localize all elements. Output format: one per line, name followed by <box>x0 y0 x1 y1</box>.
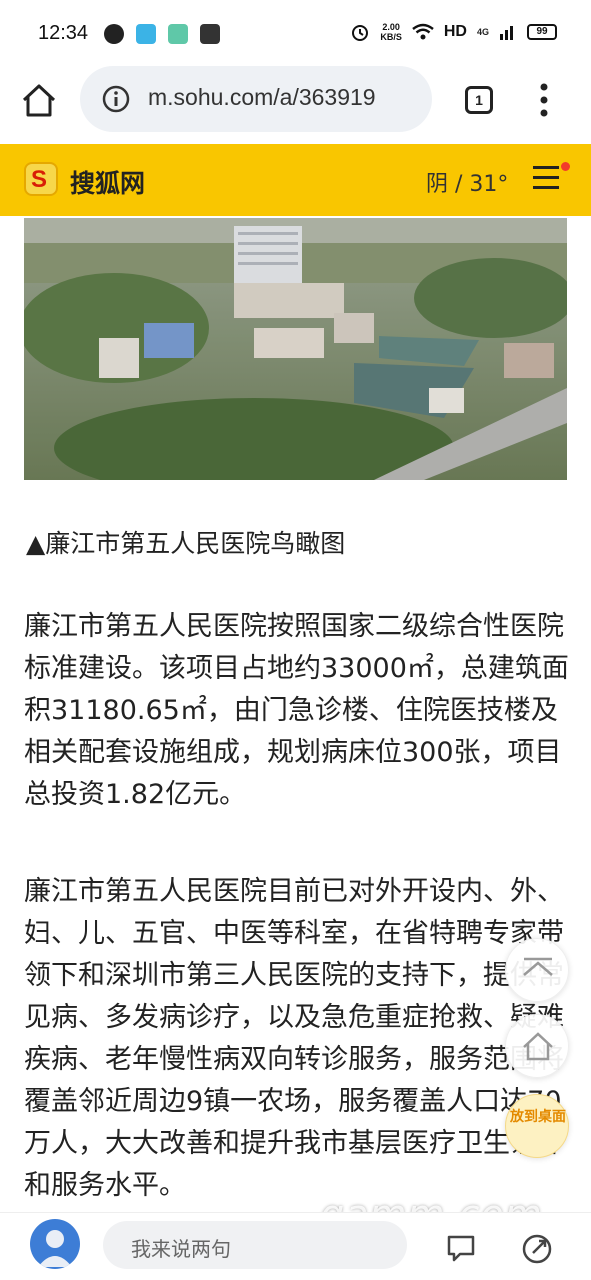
site-home-button[interactable] <box>505 1014 569 1078</box>
add-to-desktop-label: 放到桌面 <box>510 1109 566 1125</box>
game-icon <box>200 24 220 44</box>
article-paragraph-1: 廉江市第五人民医院按照国家二级综合性医院标准建设。该项目占地约33000㎡，总建… <box>24 611 569 810</box>
net-speed: 2.00 KB/S <box>380 22 402 42</box>
home-icon[interactable] <box>20 82 58 120</box>
notification-dot <box>561 162 570 171</box>
user-avatar-icon <box>38 1230 72 1267</box>
hamburger-menu-icon[interactable] <box>533 166 561 192</box>
status-bar: 12:34 2.00 KB/S HD 4G 99 <box>0 0 591 70</box>
avatar[interactable] <box>30 1219 80 1269</box>
browser-toolbar: m.sohu.com/a/363919 1 <box>0 66 591 144</box>
article-image <box>24 218 567 480</box>
wifi-icon <box>412 23 434 40</box>
signal-icon <box>500 26 513 40</box>
tabs-button[interactable]: 1 <box>465 86 493 114</box>
share-icon[interactable] <box>521 1233 553 1265</box>
image-caption: ▲廉江市第五人民医院鸟瞰图 <box>26 529 346 558</box>
notification-icons <box>104 24 220 44</box>
info-icon[interactable] <box>102 85 130 113</box>
site-name[interactable]: 搜狐网 <box>70 164 145 200</box>
site-header: S 搜狐网 阴 / 31° <box>0 144 591 216</box>
comment-bar: 我来说两句 <box>0 1212 591 1280</box>
battery-indicator: 99 <box>527 24 557 40</box>
article-paragraph-2: 廉江市第五人民医院目前已对外开设内、外、妇、儿、五官、中医等科室，在省特聘专家带… <box>24 876 564 1201</box>
home-indicator <box>100 1274 490 1280</box>
wechat-icon <box>104 24 124 44</box>
back-to-top-button[interactable] <box>505 938 569 1002</box>
hd-label: HD <box>443 23 467 40</box>
shield-icon <box>136 24 156 44</box>
logo-letter: S <box>31 166 48 193</box>
net-speed-unit: KB/S <box>380 32 402 42</box>
weather[interactable]: 阴 / 31° <box>426 166 508 198</box>
aerial-photo <box>24 218 567 480</box>
more-menu-icon[interactable] <box>534 82 554 118</box>
comment-icon[interactable] <box>446 1233 476 1263</box>
comment-placeholder: 我来说两句 <box>131 1237 231 1261</box>
net-speed-value: 2.00 <box>382 22 400 32</box>
message-icon <box>168 24 188 44</box>
status-right: 2.00 KB/S HD 4G 99 <box>350 22 557 42</box>
network-type: 4G <box>476 27 489 37</box>
chevron-up-icon <box>523 957 553 976</box>
sohu-logo[interactable]: S <box>24 162 58 196</box>
home-outline-icon <box>523 1032 553 1061</box>
status-time: 12:34 <box>38 22 89 44</box>
add-to-desktop-button[interactable]: 放到桌面 <box>505 1094 569 1158</box>
url-text[interactable]: m.sohu.com/a/363919 <box>148 84 376 111</box>
address-bar[interactable]: m.sohu.com/a/363919 <box>80 66 432 132</box>
alarm-icon <box>352 25 369 41</box>
comment-input[interactable]: 我来说两句 <box>103 1221 407 1269</box>
